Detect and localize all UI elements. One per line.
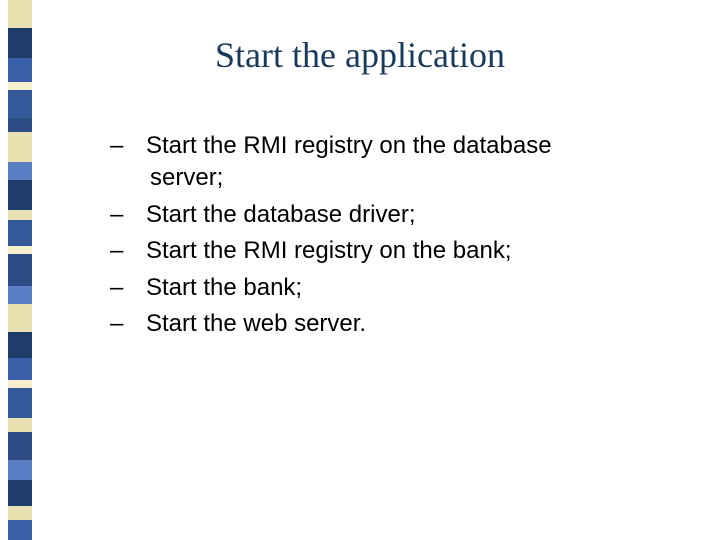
sidebar-block (8, 520, 32, 540)
sidebar-block (8, 418, 32, 432)
sidebar-block (8, 0, 32, 28)
list-item-text: Start the RMI registry on the database s… (146, 132, 552, 191)
sidebar-block (8, 132, 32, 162)
slide: Start the application –Start the RMI reg… (0, 0, 720, 540)
list-item-text: Start the bank; (146, 274, 302, 301)
list-item: –Start the bank; (130, 272, 630, 304)
sidebar-block (8, 286, 32, 304)
sidebar-block (8, 332, 32, 358)
bullet-list: –Start the RMI registry on the database … (130, 130, 630, 344)
sidebar-block (8, 460, 32, 480)
list-item-text: Start the RMI registry on the bank; (146, 237, 512, 264)
list-item: –Start the web server. (130, 308, 630, 340)
list-item-text: Start the database driver; (146, 201, 415, 228)
sidebar-block (8, 480, 32, 506)
sidebar-block (8, 220, 32, 246)
dash-icon: – (130, 130, 146, 162)
decorative-sidebar (8, 0, 32, 540)
list-item-text: Start the web server. (146, 310, 366, 337)
sidebar-block (8, 180, 32, 210)
sidebar-block (8, 254, 32, 286)
sidebar-block (8, 210, 32, 220)
sidebar-block (8, 162, 32, 180)
slide-title: Start the application (0, 34, 720, 76)
sidebar-block (8, 432, 32, 460)
dash-icon: – (130, 308, 146, 340)
dash-icon: – (130, 235, 146, 267)
sidebar-block (8, 90, 32, 118)
dash-icon: – (130, 272, 146, 304)
sidebar-block (8, 380, 32, 388)
list-item: –Start the RMI registry on the bank; (130, 235, 630, 267)
sidebar-block (8, 304, 32, 332)
sidebar-block (8, 506, 32, 520)
sidebar-block (8, 358, 32, 380)
dash-icon: – (130, 199, 146, 231)
list-item: –Start the database driver; (130, 199, 630, 231)
sidebar-block (8, 246, 32, 254)
sidebar-block (8, 118, 32, 132)
sidebar-block (8, 388, 32, 418)
list-item: –Start the RMI registry on the database … (130, 130, 630, 195)
sidebar-block (8, 82, 32, 90)
